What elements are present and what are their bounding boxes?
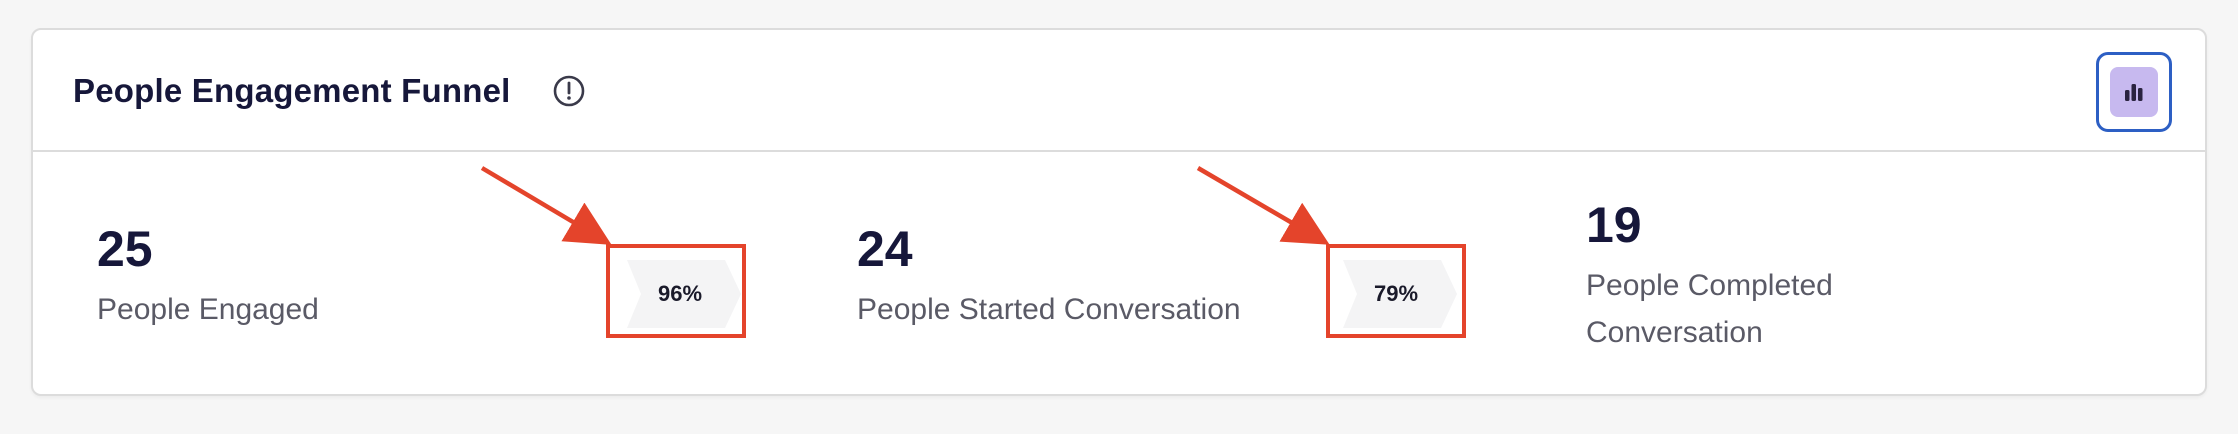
stage-value: 25 <box>97 221 153 277</box>
stage-value: 24 <box>857 221 913 277</box>
info-circle-icon[interactable] <box>552 74 586 108</box>
annotation-highlight-box <box>1326 244 1466 338</box>
widget-title: People Engagement Funnel <box>73 72 511 109</box>
card-header: People Engagement Funnel <box>33 30 2205 152</box>
chart-toggle-inner <box>2110 67 2158 117</box>
funnel-stage-started-conversation: 24 People Started Conversation <box>857 224 1241 333</box>
engagement-funnel-card: People Engagement Funnel 25 People Engag… <box>31 28 2207 396</box>
funnel-stage-engaged: 25 People Engaged <box>97 224 319 333</box>
bar-chart-icon <box>2125 84 2143 101</box>
annotation-highlight-box <box>606 244 746 338</box>
stage-label-line-1: People Completed <box>1586 269 1833 302</box>
funnel-stage-completed-conversation: 19 People Completed Conversation <box>1586 200 1833 356</box>
chart-view-toggle-button[interactable] <box>2096 52 2172 132</box>
stage-label-line-2: Conversation <box>1586 316 1763 349</box>
stage-value: 19 <box>1586 197 1642 253</box>
stage-label: People Engaged <box>97 293 319 326</box>
stage-label: People Started Conversation <box>857 293 1241 326</box>
